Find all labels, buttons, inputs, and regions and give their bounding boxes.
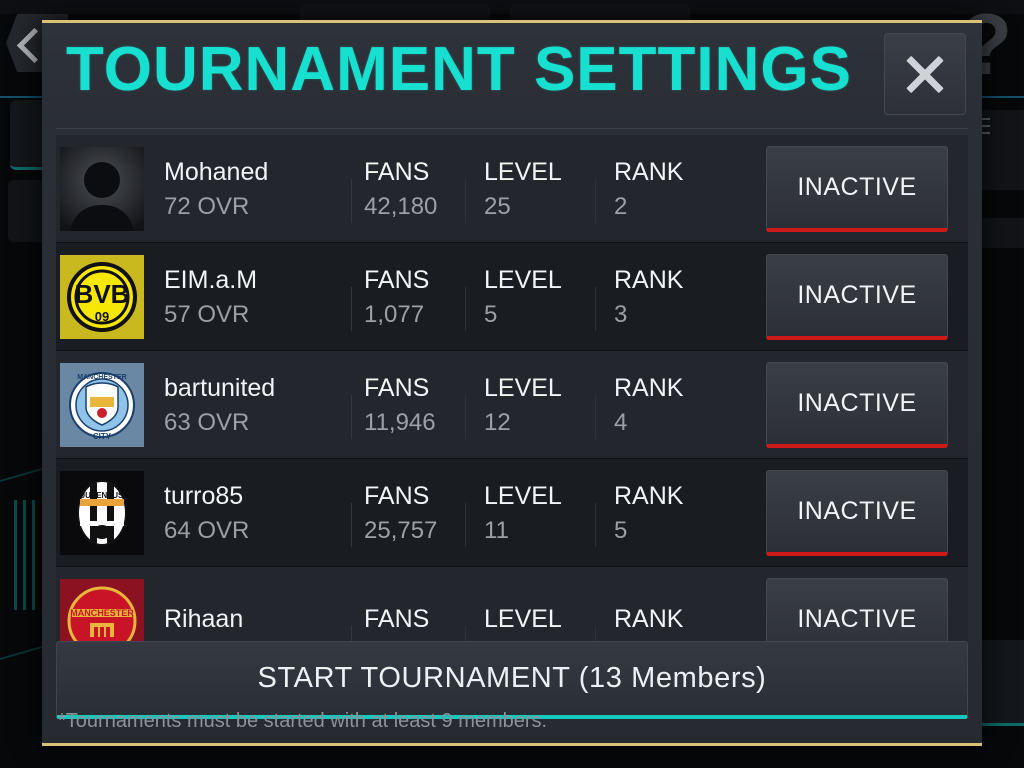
dialog-footer: START TOURNAMENT (13 Members) *Tournamen… [42, 637, 982, 743]
juventus-crest-icon: JUVENTUS [60, 471, 144, 555]
fans-label: FANS [364, 604, 430, 633]
rank-label: RANK [614, 373, 684, 402]
rank-cell: RANK 5 [614, 481, 764, 546]
rank-label: RANK [614, 604, 684, 633]
member-name: bartunited [164, 373, 276, 402]
level-label: LEVEL [484, 265, 562, 294]
level-label: LEVEL [484, 157, 562, 186]
manchester-united-crest-icon: MANCHESTER [60, 579, 144, 643]
fans-label: FANS [364, 157, 430, 186]
level-value: 12 [484, 408, 511, 436]
status-cell: INACTIVE [764, 254, 968, 340]
dialog-header: TOURNAMENT SETTINGS [42, 23, 982, 129]
level-cell: LEVEL 5 [484, 265, 614, 331]
table-row[interactable]: MANCHESTER CITY bartunited 63 OVR FANS 11… [56, 351, 968, 459]
level-cell: LEVEL 25 [484, 157, 614, 223]
svg-text:09: 09 [95, 309, 109, 324]
member-ovr: 57 OVR [164, 300, 250, 328]
page-title: TOURNAMENT SETTINGS [66, 35, 852, 104]
member-identity: Rihaan [144, 604, 364, 643]
fans-label: FANS [364, 481, 430, 510]
rank-value: 2 [614, 192, 628, 220]
level-cell: LEVEL 12 [484, 373, 614, 439]
member-identity: Mohaned 72 OVR [144, 157, 364, 223]
status-badge[interactable]: INACTIVE [766, 254, 948, 340]
table-row[interactable]: JUVENTUS turro85 64 OVR FANS 25,757 LEVE… [56, 459, 968, 567]
member-name: Rihaan [164, 604, 244, 633]
svg-text:MANCHESTER: MANCHESTER [70, 608, 134, 618]
status-badge[interactable]: INACTIVE [766, 146, 948, 232]
rank-cell: RANK 2 [614, 157, 764, 222]
tournament-settings-dialog: TOURNAMENT SETTINGS Mohaned 72 OVR FANS … [42, 20, 982, 746]
fans-cell: FANS 11,946 [364, 373, 484, 439]
rank-label: RANK [614, 265, 684, 294]
rank-cell: RANK 4 [614, 373, 764, 438]
level-cell: LEVEL [484, 604, 614, 643]
rank-label: RANK [614, 481, 684, 510]
svg-text:CITY: CITY [93, 432, 112, 441]
start-tournament-button[interactable]: START TOURNAMENT (13 Members) [56, 641, 968, 719]
status-cell: INACTIVE [764, 362, 968, 448]
rank-value: 3 [614, 300, 628, 328]
fans-label: FANS [364, 265, 430, 294]
svg-text:BVB: BVB [75, 279, 130, 309]
status-cell: INACTIVE [764, 578, 968, 643]
level-label: LEVEL [484, 481, 562, 510]
footnote-text: *Tournaments must be started with at lea… [58, 710, 548, 732]
fans-cell: FANS 25,757 [364, 481, 484, 547]
status-badge[interactable]: INACTIVE [766, 470, 948, 556]
default-avatar-icon [60, 147, 144, 231]
close-icon[interactable] [884, 33, 966, 115]
level-value: 25 [484, 192, 511, 220]
manchester-city-crest-icon: MANCHESTER CITY [60, 363, 144, 447]
member-identity: EIM.a.M 57 OVR [144, 265, 364, 331]
rank-cell: RANK [614, 604, 764, 639]
table-row[interactable]: MANCHESTER Rihaan FANS LEVEL RANK INACTI… [56, 567, 968, 643]
level-value: 5 [484, 300, 498, 328]
member-ovr: 64 OVR [164, 516, 250, 544]
member-identity: bartunited 63 OVR [144, 373, 364, 439]
fans-cell: FANS [364, 604, 484, 643]
status-cell: INACTIVE [764, 146, 968, 232]
level-label: LEVEL [484, 373, 562, 402]
status-cell: INACTIVE [764, 470, 968, 556]
table-row[interactable]: BVB 09 EIM.a.M 57 OVR FANS 1,077 LEVEL 5 … [56, 243, 968, 351]
svg-text:JUVENTUS: JUVENTUS [81, 491, 124, 500]
background-dots [982, 118, 990, 148]
member-name: EIM.a.M [164, 265, 258, 294]
fans-value: 1,077 [364, 300, 425, 328]
fans-value: 42,180 [364, 192, 438, 220]
level-value: 11 [484, 516, 509, 544]
svg-text:MANCHESTER: MANCHESTER [77, 374, 126, 381]
fans-cell: FANS 1,077 [364, 265, 484, 331]
fans-value: 11,946 [364, 408, 436, 436]
level-cell: LEVEL 11 [484, 481, 614, 547]
level-label: LEVEL [484, 604, 562, 633]
rank-value: 4 [614, 408, 628, 436]
fans-value: 25,757 [364, 516, 438, 544]
member-name: Mohaned [164, 157, 269, 186]
member-ovr: 63 OVR [164, 408, 250, 436]
rank-value: 5 [614, 516, 628, 544]
status-badge[interactable]: INACTIVE [766, 578, 948, 643]
table-row[interactable]: Mohaned 72 OVR FANS 42,180 LEVEL 25 RANK… [56, 135, 968, 243]
fans-cell: FANS 42,180 [364, 157, 484, 223]
rank-cell: RANK 3 [614, 265, 764, 330]
status-badge[interactable]: INACTIVE [766, 362, 948, 448]
borussia-dortmund-crest-icon: BVB 09 [60, 255, 144, 339]
member-list[interactable]: Mohaned 72 OVR FANS 42,180 LEVEL 25 RANK… [56, 135, 968, 643]
member-identity: turro85 64 OVR [144, 481, 364, 547]
rank-label: RANK [614, 157, 684, 186]
fans-label: FANS [364, 373, 430, 402]
member-ovr: 72 OVR [164, 192, 250, 220]
member-name: turro85 [164, 481, 244, 510]
